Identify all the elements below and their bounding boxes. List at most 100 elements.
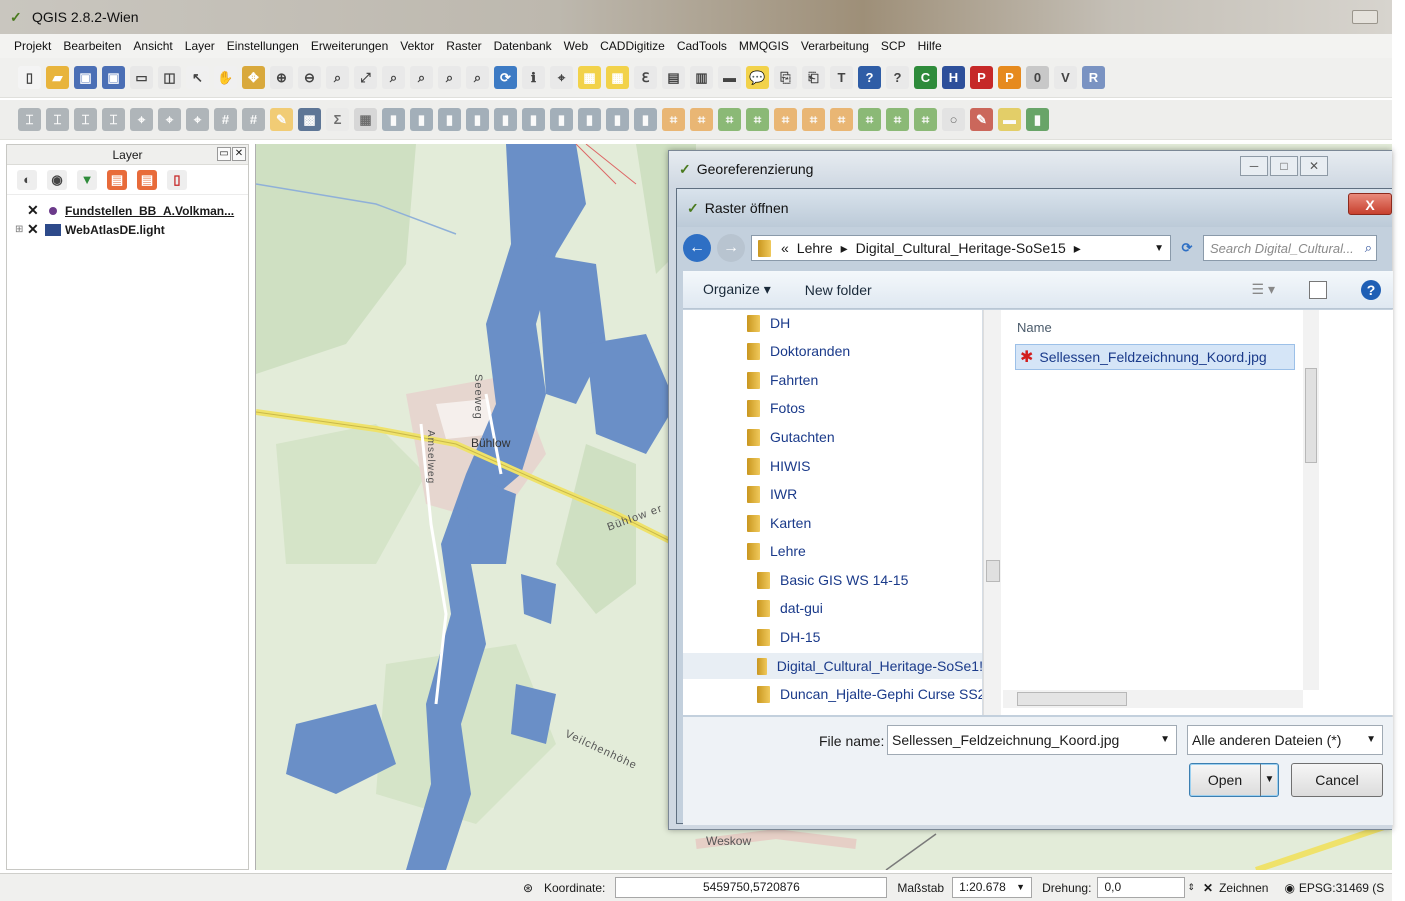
view-options-icon[interactable]: ☰ ▾ [1252,281,1275,298]
brush-icon[interactable]: ✎ [970,108,993,131]
new-project-icon[interactable]: ▯ [18,66,41,89]
select-features-icon[interactable]: ⌖ [550,66,573,89]
node-tool5-icon[interactable]: ⌗ [774,108,797,131]
scp-preview-icon[interactable]: ▮ [606,108,629,131]
folder-tree-item[interactable]: DH [747,310,790,336]
statistics-icon[interactable]: ▥ [690,66,713,89]
folder-tree-item[interactable]: Fahrten [747,367,818,393]
zoom-out-icon[interactable]: ⊖ [298,66,321,89]
open-project-icon[interactable]: ▰ [46,66,69,89]
scp-class3-icon[interactable]: ▮ [522,108,545,131]
select-by-area-icon[interactable]: ▦ [578,66,601,89]
open-split-arrow-icon[interactable]: ▼ [1260,764,1278,796]
folder-tree-item[interactable]: Duncan_Hjalte-Gephi Curse SS20 [757,681,982,707]
expand-all-icon[interactable]: ▤ [107,169,127,190]
menu-item-layer[interactable]: Layer [179,39,221,53]
massstab-field[interactable]: 1:20.678 ▼ [952,877,1033,898]
bookmark-icon[interactable]: ⎘ [774,66,797,89]
menu-item-caddigitize[interactable]: CADDigitize [594,39,671,53]
float-panel-button[interactable]: ▭ [217,147,231,161]
node-tool2-icon[interactable]: ⌗ [690,108,713,131]
close-panel-button[interactable]: ✕ [232,147,246,161]
node-tool10-icon[interactable]: ⌗ [914,108,937,131]
menu-item-raster[interactable]: Raster [440,39,487,53]
help-icon[interactable]: ? [1361,279,1381,300]
text-annotation-icon[interactable]: T [830,66,853,89]
zeichnen-label[interactable]: Zeichnen [1219,881,1268,895]
menu-item-hilfe[interactable]: Hilfe [912,39,948,53]
breadcrumb-current-folder[interactable]: Digital_Cultural_Heritage-SoSe15 [856,240,1066,256]
menu-item-scp[interactable]: SCP [875,39,912,53]
pan-to-selection-icon[interactable]: ✥ [242,66,265,89]
scp-class4-icon[interactable]: ▮ [550,108,573,131]
green-plugin-icon[interactable]: ▮ [1026,108,1049,131]
cad-grid-icon[interactable]: # [214,108,237,131]
scp-band3-icon[interactable]: ▮ [438,108,461,131]
zoom-to-selection-icon[interactable]: ⌕ [382,66,405,89]
digitize-node-icon[interactable]: ⌶ [46,108,69,131]
new-folder-button[interactable]: New folder [805,282,872,298]
csv-icon[interactable]: C [914,66,937,89]
pencil-icon[interactable]: ✎ [270,108,293,131]
node-tool7-icon[interactable]: ⌗ [830,108,853,131]
cancel-button[interactable]: Cancel [1291,763,1383,797]
folder-tree-item[interactable]: Karten [747,510,811,536]
annotation-icon[interactable]: ⎗ [802,66,825,89]
cad-point-icon[interactable]: ⌖ [130,108,153,131]
vector-tools-icon[interactable]: V [1054,66,1077,89]
menu-item-mmqgis[interactable]: MMQGIS [733,39,795,53]
epsg-label[interactable]: EPSG:31469 (S [1299,881,1384,895]
grid-icon[interactable]: ▦ [354,108,377,131]
folder-tree-item[interactable]: DH-15 [757,624,820,650]
breadcrumb-overflow[interactable]: « [781,240,789,256]
raster-calc-icon[interactable]: ▩ [298,108,321,131]
zoom-next-icon[interactable]: ⌕ [466,66,489,89]
node-tool3-icon[interactable]: ⌗ [718,108,741,131]
refresh-icon[interactable]: ⟳ [494,66,517,89]
tree-scrollbar[interactable] [983,310,1001,715]
scp-class5-icon[interactable]: ▮ [578,108,601,131]
chevron-down-icon[interactable]: ▼ [1160,726,1170,754]
zoom-last-icon[interactable]: ⌕ [438,66,461,89]
minimize-button[interactable] [1352,10,1378,24]
preview-pane-icon[interactable] [1309,280,1327,299]
refresh-icon[interactable]: ⟳ [1177,240,1197,256]
close-dialog-button[interactable]: X [1348,193,1392,215]
folder-tree-item[interactable]: dat-gui [757,595,823,621]
help-icon[interactable]: ? [858,66,881,89]
layer-item-webatlas[interactable]: ⊞ ✕ WebAtlasDE.light [7,220,248,239]
circle-icon[interactable]: ○ [942,108,965,131]
save-project-icon[interactable]: ▣ [74,66,97,89]
horizontal-scrollbar[interactable] [1003,690,1303,708]
georef-close-button[interactable]: ✕ [1300,156,1328,176]
address-dropdown-icon[interactable]: ▼ [1154,243,1164,254]
address-box[interactable]: « Lehre ▸ Digital_Cultural_Heritage-SoSe… [751,235,1171,261]
menu-item-verarbeitung[interactable]: Verarbeitung [795,39,875,53]
measure-icon[interactable]: ▬ [718,66,741,89]
koordinate-field[interactable]: 5459750,5720876 [615,877,888,898]
folder-tree-item[interactable]: HIWIS [747,453,810,479]
folder-tree-item[interactable]: Digital_Cultural_Heritage-SoSe1! [683,653,982,679]
open-button[interactable]: Open ▼ [1189,763,1279,797]
file-item[interactable]: ✱ Sellessen_Feldzeichnung_Koord.jpg [1015,344,1295,370]
field-calculator-icon[interactable]: ℇ [634,66,657,89]
menu-item-projekt[interactable]: Projekt [8,39,57,53]
filetype-select[interactable]: Alle anderen Dateien (*) ▼ [1187,725,1383,755]
node-tool-icon[interactable]: ⌗ [662,108,685,131]
coordinate-toggle-icon[interactable]: ⊛ [518,881,538,895]
breadcrumb-separator[interactable]: ▸ [1074,240,1081,257]
folder-tree-item[interactable]: Doktoranden [747,338,850,364]
save-as-icon[interactable]: ▣ [102,66,125,89]
layer-style-icon[interactable]: ◐ [17,169,37,190]
georef-minimize-button[interactable]: ─ [1240,156,1268,176]
folder-tree-item[interactable]: Fotos [747,395,805,421]
zoom-full-icon[interactable]: ⤢ [354,66,377,89]
new-print-composer-icon[interactable]: ▭ [130,66,153,89]
menu-item-erweiterungen[interactable]: Erweiterungen [305,39,394,53]
menu-item-ansicht[interactable]: Ansicht [127,39,178,53]
chevron-down-icon[interactable]: ▼ [1016,878,1025,897]
spinner-icon[interactable]: ⇕ [1187,882,1195,893]
scp-class-icon[interactable]: ▮ [466,108,489,131]
zoom-in-icon[interactable]: ⊕ [270,66,293,89]
search-input[interactable]: Search Digital_Cultural... ⌕ [1203,235,1377,261]
